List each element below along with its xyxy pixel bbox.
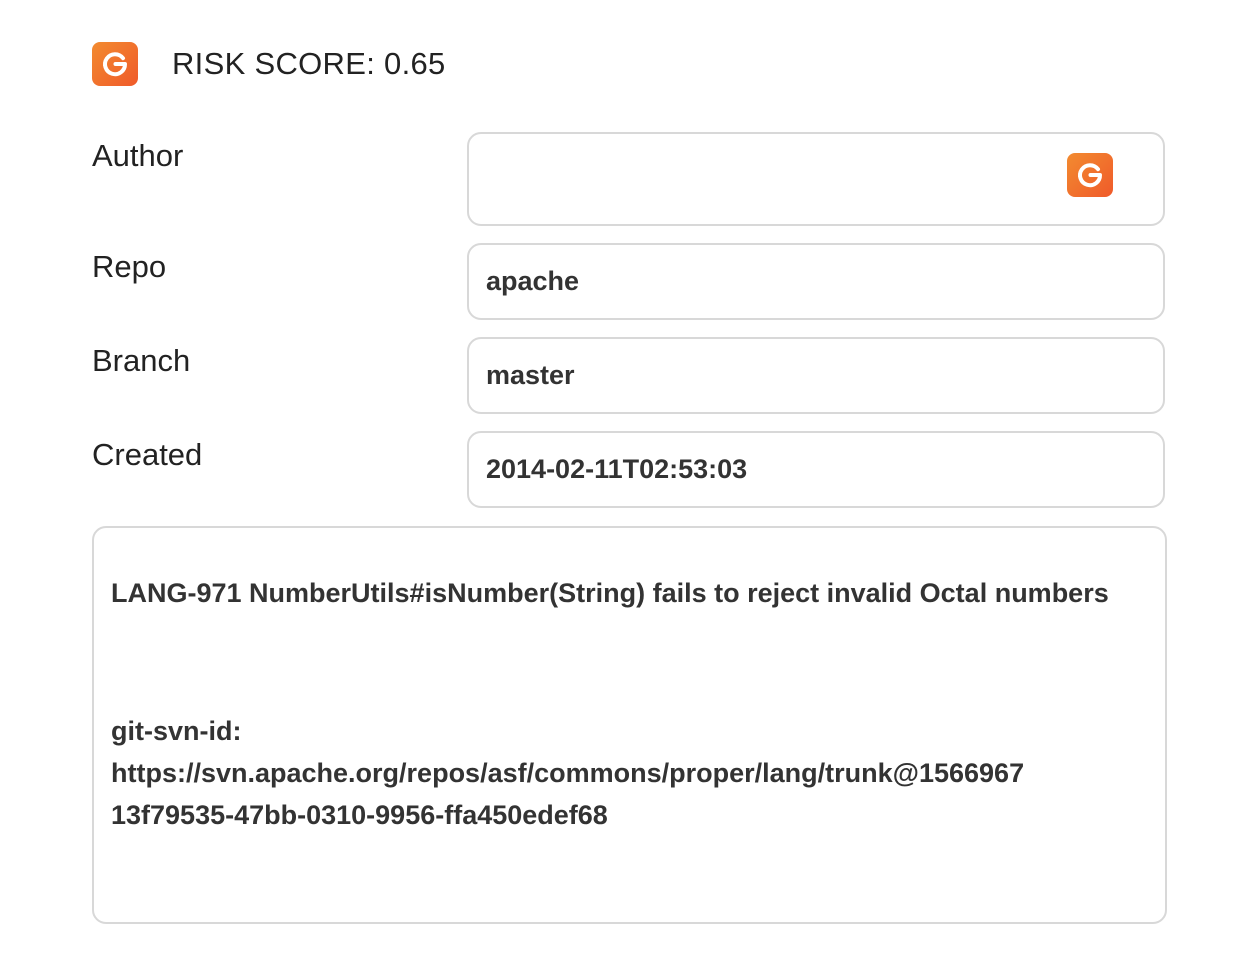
branch-field[interactable]: master — [467, 337, 1165, 414]
repo-label: Repo — [92, 249, 167, 284]
repo-field[interactable]: apache — [467, 243, 1165, 320]
grammarly-g-icon[interactable] — [1067, 153, 1113, 197]
created-label: Created — [92, 437, 203, 472]
svn-id-label: git-svn-id: — [111, 716, 242, 746]
g-glyph-icon — [1078, 163, 1103, 188]
created-value: 2014-02-11T02:53:03 — [486, 454, 748, 484]
g-glyph-icon — [103, 52, 128, 77]
branch-label: Branch — [92, 343, 191, 378]
commit-summary: LANG-971 NumberUtils#isNumber(String) fa… — [111, 578, 1109, 608]
svn-uuid: 13f79535-47bb-0310-9956-ffa450edef68 — [111, 800, 608, 830]
header: RISK SCORE: 0.65 — [92, 42, 446, 86]
repo-value: apache — [486, 266, 580, 296]
svn-url: https://svn.apache.org/repos/asf/commons… — [111, 758, 1025, 788]
branch-value: master — [486, 360, 575, 390]
created-field[interactable]: 2014-02-11T02:53:03 — [467, 431, 1165, 508]
author-label: Author — [92, 138, 184, 173]
author-field[interactable] — [467, 132, 1165, 226]
grammarly-g-icon[interactable] — [92, 42, 138, 86]
risk-score-title: RISK SCORE: 0.65 — [172, 46, 446, 81]
commit-message-box[interactable]: LANG-971 NumberUtils#isNumber(String) fa… — [92, 526, 1167, 924]
